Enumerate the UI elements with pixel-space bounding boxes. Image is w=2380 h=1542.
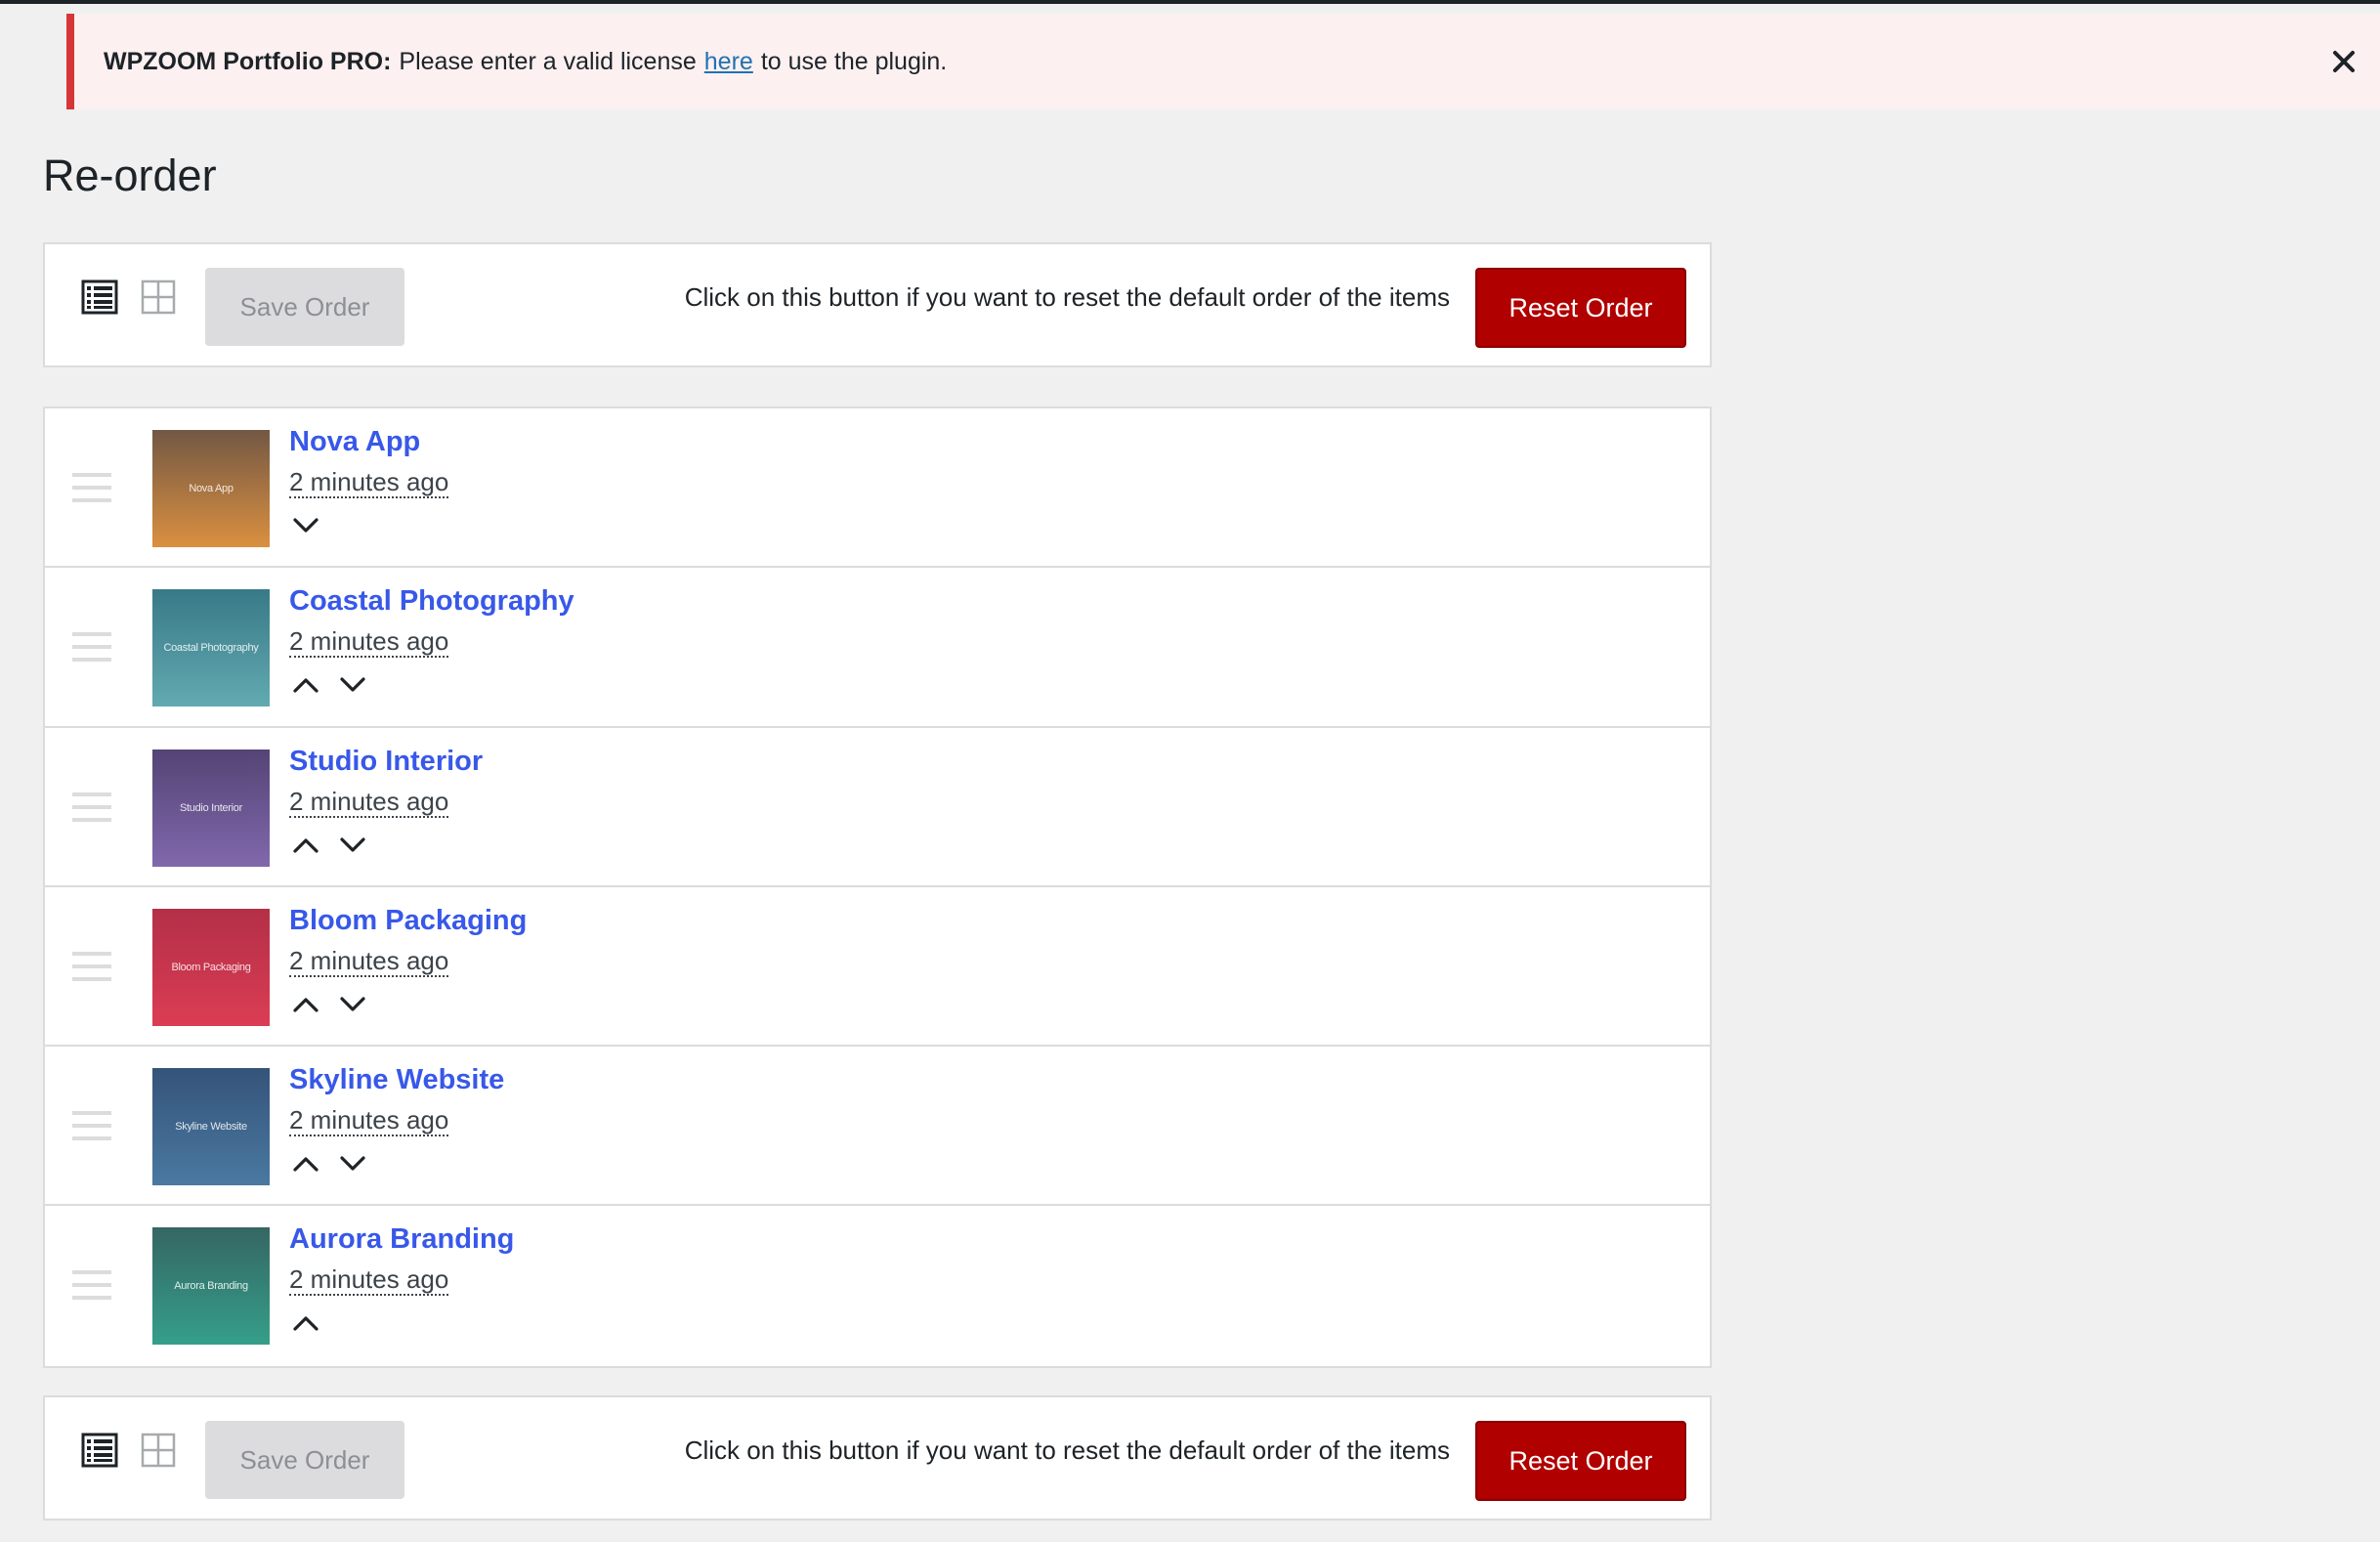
drag-handle-icon[interactable] bbox=[72, 951, 111, 981]
thumbnail-caption: Coastal Photography bbox=[163, 642, 259, 655]
drag-handle-icon[interactable] bbox=[72, 1270, 111, 1301]
chevron-up-icon bbox=[293, 998, 319, 1012]
drag-handle-icon[interactable] bbox=[72, 632, 111, 663]
grid-view-icon[interactable] bbox=[139, 278, 178, 317]
reorder-arrows bbox=[289, 830, 369, 861]
grid-view-icon[interactable] bbox=[139, 1431, 178, 1470]
item-thumbnail: Studio Interior bbox=[152, 749, 270, 867]
admin-top-border bbox=[0, 0, 2380, 4]
item-thumbnail: Aurora Branding bbox=[152, 1227, 270, 1346]
thumbnail-caption: Aurora Branding bbox=[174, 1280, 248, 1293]
item-date: 2 minutes ago bbox=[289, 1264, 449, 1297]
list-item[interactable]: Bloom Packaging Bloom Packaging 2 minute… bbox=[45, 887, 1710, 1048]
move-down-button[interactable] bbox=[336, 1148, 369, 1179]
move-down-button[interactable] bbox=[336, 989, 369, 1020]
list-view-icon[interactable] bbox=[80, 278, 119, 317]
chevron-up-icon bbox=[293, 1157, 319, 1172]
save-order-button[interactable]: Save Order bbox=[205, 1421, 404, 1499]
drag-handle-icon[interactable] bbox=[72, 473, 111, 502]
thumbnail-caption: Studio Interior bbox=[180, 801, 242, 814]
reorder-arrows bbox=[289, 1148, 369, 1179]
item-title-link[interactable]: Aurora Branding bbox=[289, 1223, 514, 1256]
reorder-arrows bbox=[289, 669, 369, 701]
thumbnail-caption: Nova App bbox=[189, 483, 234, 494]
chevron-up-icon bbox=[293, 837, 319, 853]
notice-plugin-name: WPZOOM Portfolio PRO: bbox=[104, 47, 392, 75]
item-date: 2 minutes ago bbox=[289, 945, 449, 977]
list-item[interactable]: Studio Interior Studio Interior 2 minute… bbox=[45, 728, 1710, 887]
reorder-arrows bbox=[289, 1307, 322, 1339]
move-up-button[interactable] bbox=[289, 989, 322, 1020]
notice-message-before: Please enter a valid license bbox=[399, 47, 697, 75]
drag-handle-icon[interactable] bbox=[72, 1111, 111, 1141]
chevron-down-icon bbox=[340, 677, 365, 692]
chevron-down-icon bbox=[293, 518, 319, 533]
item-thumbnail: Bloom Packaging bbox=[152, 908, 270, 1026]
notice-license-link[interactable]: here bbox=[704, 48, 753, 76]
move-down-button[interactable] bbox=[336, 669, 369, 701]
list-item[interactable]: Nova App Nova App 2 minutes ago bbox=[45, 408, 1710, 569]
reset-order-button[interactable]: Reset Order bbox=[1475, 268, 1686, 348]
move-up-button[interactable] bbox=[289, 830, 322, 861]
portfolio-items-list: Nova App Nova App 2 minutes ago Coastal … bbox=[43, 407, 1712, 1368]
close-icon bbox=[2333, 51, 2355, 72]
license-notice: WPZOOM Portfolio PRO: Please enter a val… bbox=[66, 14, 2380, 109]
dismiss-notice-button[interactable] bbox=[2327, 45, 2360, 78]
reorder-toolbar-bottom: Save Order Click on this button if you w… bbox=[43, 1395, 1712, 1521]
page-title: Re-order bbox=[43, 150, 217, 200]
chevron-down-icon bbox=[340, 1156, 365, 1171]
item-thumbnail: Coastal Photography bbox=[152, 589, 270, 707]
item-title-link[interactable]: Bloom Packaging bbox=[289, 905, 527, 937]
item-thumbnail: Nova App bbox=[152, 430, 270, 547]
list-item[interactable]: Coastal Photography Coastal Photography … bbox=[45, 568, 1710, 728]
thumbnail-caption: Skyline Website bbox=[175, 1121, 247, 1134]
move-up-button[interactable] bbox=[289, 1307, 322, 1339]
item-title-link[interactable]: Skyline Website bbox=[289, 1064, 504, 1096]
item-title-link[interactable]: Coastal Photography bbox=[289, 585, 574, 618]
notice-message-after: to use the plugin. bbox=[760, 47, 948, 75]
item-date: 2 minutes ago bbox=[289, 1105, 449, 1137]
reorder-arrows bbox=[289, 510, 322, 541]
chevron-down-icon bbox=[340, 997, 365, 1011]
move-down-button[interactable] bbox=[289, 510, 322, 541]
list-item[interactable]: Aurora Branding Aurora Branding 2 minute… bbox=[45, 1206, 1710, 1365]
move-down-button[interactable] bbox=[336, 830, 369, 861]
item-date: 2 minutes ago bbox=[289, 467, 449, 498]
reorder-toolbar-top: Save Order Click on this button if you w… bbox=[43, 242, 1712, 367]
reset-order-button[interactable]: Reset Order bbox=[1475, 1421, 1686, 1501]
list-view-icon[interactable] bbox=[80, 1431, 119, 1470]
item-date: 2 minutes ago bbox=[289, 786, 449, 818]
list-item[interactable]: Skyline Website Skyline Website 2 minute… bbox=[45, 1047, 1710, 1207]
move-up-button[interactable] bbox=[289, 1148, 322, 1179]
reorder-arrows bbox=[289, 989, 369, 1020]
chevron-up-icon bbox=[293, 678, 319, 693]
chevron-down-icon bbox=[340, 836, 365, 852]
item-title-link[interactable]: Nova App bbox=[289, 426, 420, 458]
thumbnail-caption: Bloom Packaging bbox=[171, 961, 251, 973]
item-date: 2 minutes ago bbox=[289, 626, 449, 659]
reset-help-text: Click on this button if you want to rese… bbox=[684, 1435, 1450, 1465]
drag-handle-icon[interactable] bbox=[72, 792, 111, 822]
reset-help-text: Click on this button if you want to rese… bbox=[684, 282, 1450, 312]
save-order-button[interactable]: Save Order bbox=[205, 268, 404, 346]
item-title-link[interactable]: Studio Interior bbox=[289, 746, 483, 778]
chevron-up-icon bbox=[293, 1316, 319, 1332]
item-thumbnail: Skyline Website bbox=[152, 1068, 270, 1186]
move-up-button[interactable] bbox=[289, 669, 322, 701]
